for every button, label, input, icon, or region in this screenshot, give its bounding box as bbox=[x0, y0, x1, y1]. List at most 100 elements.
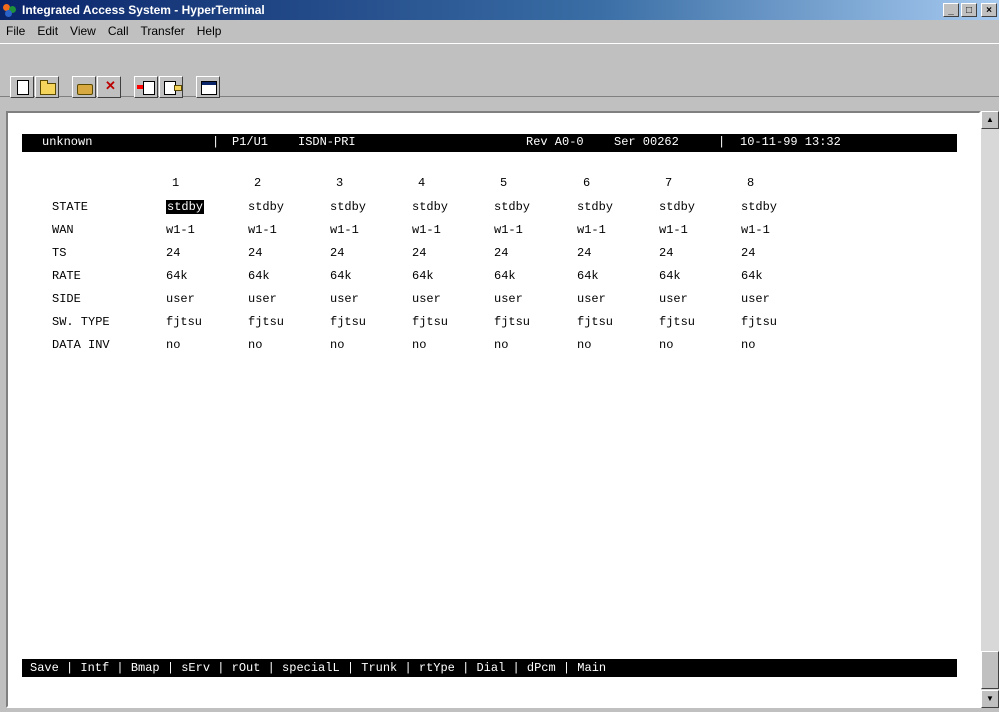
column-header: 4 bbox=[418, 176, 426, 190]
scroll-thumb[interactable] bbox=[981, 651, 999, 689]
maximize-button[interactable]: □ bbox=[961, 3, 977, 17]
table-cell[interactable]: stdby bbox=[494, 200, 530, 214]
table-cell[interactable]: fjtsu bbox=[166, 315, 202, 329]
table-cell[interactable]: 64k bbox=[577, 269, 599, 283]
table-cell[interactable]: no bbox=[248, 338, 262, 352]
new-connection-button[interactable] bbox=[10, 76, 34, 98]
scroll-down-button[interactable]: ▼ bbox=[981, 690, 999, 708]
column-header: 2 bbox=[254, 176, 262, 190]
table-cell[interactable]: stdby bbox=[412, 200, 448, 214]
table-cell[interactable]: stdby bbox=[659, 200, 695, 214]
hyperterminal-app-icon[interactable] bbox=[2, 2, 18, 18]
table-cell[interactable]: user bbox=[659, 292, 688, 306]
table-cell[interactable]: 24 bbox=[166, 246, 180, 260]
table-cell[interactable]: w1-1 bbox=[248, 223, 277, 237]
table-cell[interactable]: 24 bbox=[330, 246, 344, 260]
receive-file-button[interactable] bbox=[159, 76, 183, 98]
table-cell[interactable]: no bbox=[494, 338, 508, 352]
serial-number: Ser 00262 bbox=[614, 135, 679, 149]
row-label: DATA INV bbox=[52, 338, 110, 352]
table-cell[interactable]: 64k bbox=[412, 269, 434, 283]
table-cell[interactable]: 64k bbox=[741, 269, 763, 283]
connect-phone-icon bbox=[77, 84, 93, 95]
table-cell[interactable]: user bbox=[330, 292, 359, 306]
disconnect-button[interactable]: ✕ bbox=[97, 76, 121, 98]
table-cell[interactable]: fjtsu bbox=[659, 315, 695, 329]
table-cell[interactable]: 24 bbox=[741, 246, 755, 260]
table-cell[interactable]: w1-1 bbox=[412, 223, 441, 237]
open-button[interactable] bbox=[35, 76, 59, 98]
table-cell[interactable]: w1-1 bbox=[659, 223, 688, 237]
menu-file[interactable]: File bbox=[0, 24, 31, 38]
properties-icon bbox=[201, 81, 217, 95]
vertical-scrollbar[interactable]: ▲ ▼ bbox=[981, 111, 999, 708]
table-cell[interactable]: 24 bbox=[248, 246, 262, 260]
table-cell[interactable]: fjtsu bbox=[494, 315, 530, 329]
menu-edit[interactable]: Edit bbox=[31, 24, 64, 38]
row-label: SIDE bbox=[52, 292, 81, 306]
table-cell[interactable]: fjtsu bbox=[741, 315, 777, 329]
table-cell[interactable]: w1-1 bbox=[330, 223, 359, 237]
table-cell[interactable]: w1-1 bbox=[741, 223, 770, 237]
table-cell[interactable]: stdby bbox=[577, 200, 613, 214]
scroll-up-button[interactable]: ▲ bbox=[981, 111, 999, 129]
send-file-button[interactable] bbox=[134, 76, 158, 98]
table-cell[interactable]: w1-1 bbox=[577, 223, 606, 237]
properties-button[interactable] bbox=[196, 76, 220, 98]
menu-view[interactable]: View bbox=[64, 24, 102, 38]
column-header: 1 bbox=[172, 176, 180, 190]
table-cell[interactable]: user bbox=[248, 292, 277, 306]
connect-button[interactable] bbox=[72, 76, 96, 98]
command-menu-line[interactable]: Save | Intf | Bmap | sErv | rOut | speci… bbox=[22, 659, 957, 677]
column-header: 7 bbox=[665, 176, 673, 190]
table-cell[interactable]: user bbox=[577, 292, 606, 306]
table-cell[interactable]: 64k bbox=[659, 269, 681, 283]
table-cell[interactable]: user bbox=[166, 292, 195, 306]
minimize-button[interactable]: _ bbox=[943, 3, 959, 17]
table-cell[interactable]: fjtsu bbox=[248, 315, 284, 329]
table-cell[interactable]: no bbox=[412, 338, 426, 352]
table-cell-selected[interactable]: stdby bbox=[166, 200, 205, 214]
disconnect-icon: ✕ bbox=[105, 78, 116, 93]
table-cell[interactable]: no bbox=[741, 338, 755, 352]
table-row: TS 24 24 24 24 24 24 24 24 bbox=[52, 246, 932, 264]
column-header: 3 bbox=[336, 176, 344, 190]
table-cell[interactable]: user bbox=[494, 292, 523, 306]
table-cell[interactable]: no bbox=[166, 338, 180, 352]
table-cell[interactable]: fjtsu bbox=[330, 315, 366, 329]
table-cell[interactable]: fjtsu bbox=[412, 315, 448, 329]
table-row: SW. TYPE fjtsu fjtsu fjtsu fjtsu fjtsu f… bbox=[52, 315, 932, 333]
table-cell[interactable]: no bbox=[577, 338, 591, 352]
menu-transfer[interactable]: Transfer bbox=[135, 24, 191, 38]
table-cell[interactable]: 24 bbox=[659, 246, 673, 260]
close-button[interactable]: × bbox=[981, 3, 997, 17]
row-label: SW. TYPE bbox=[52, 315, 110, 329]
column-header: 8 bbox=[747, 176, 755, 190]
table-cell[interactable]: 24 bbox=[577, 246, 591, 260]
table-cell[interactable]: no bbox=[330, 338, 344, 352]
menu-call[interactable]: Call bbox=[102, 24, 135, 38]
table-cell[interactable]: 24 bbox=[412, 246, 426, 260]
table-row: SIDE user user user user user user user … bbox=[52, 292, 932, 310]
table-cell[interactable]: 64k bbox=[494, 269, 516, 283]
card-type: ISDN-PRI bbox=[298, 135, 356, 149]
window-title-bar[interactable]: Integrated Access System - HyperTerminal… bbox=[0, 0, 999, 20]
table-cell[interactable]: 24 bbox=[494, 246, 508, 260]
menu-help[interactable]: Help bbox=[191, 24, 228, 38]
table-cell[interactable]: w1-1 bbox=[166, 223, 195, 237]
terminal-status-line: unknown | P1/U1 ISDN-PRI Rev A0-0 Ser 00… bbox=[22, 134, 957, 152]
table-cell[interactable]: user bbox=[412, 292, 441, 306]
table-cell[interactable]: stdby bbox=[741, 200, 777, 214]
table-cell[interactable]: 64k bbox=[330, 269, 352, 283]
table-cell[interactable]: w1-1 bbox=[494, 223, 523, 237]
table-cell[interactable]: fjtsu bbox=[577, 315, 613, 329]
table-cell[interactable]: user bbox=[741, 292, 770, 306]
table-cell[interactable]: 64k bbox=[166, 269, 188, 283]
table-cell[interactable]: stdby bbox=[330, 200, 366, 214]
system-name: unknown bbox=[42, 135, 93, 149]
table-cell[interactable]: stdby bbox=[248, 200, 284, 214]
new-document-icon bbox=[17, 80, 29, 95]
table-row: WAN w1-1 w1-1 w1-1 w1-1 w1-1 w1-1 w1-1 w… bbox=[52, 223, 932, 241]
table-cell[interactable]: 64k bbox=[248, 269, 270, 283]
table-cell[interactable]: no bbox=[659, 338, 673, 352]
